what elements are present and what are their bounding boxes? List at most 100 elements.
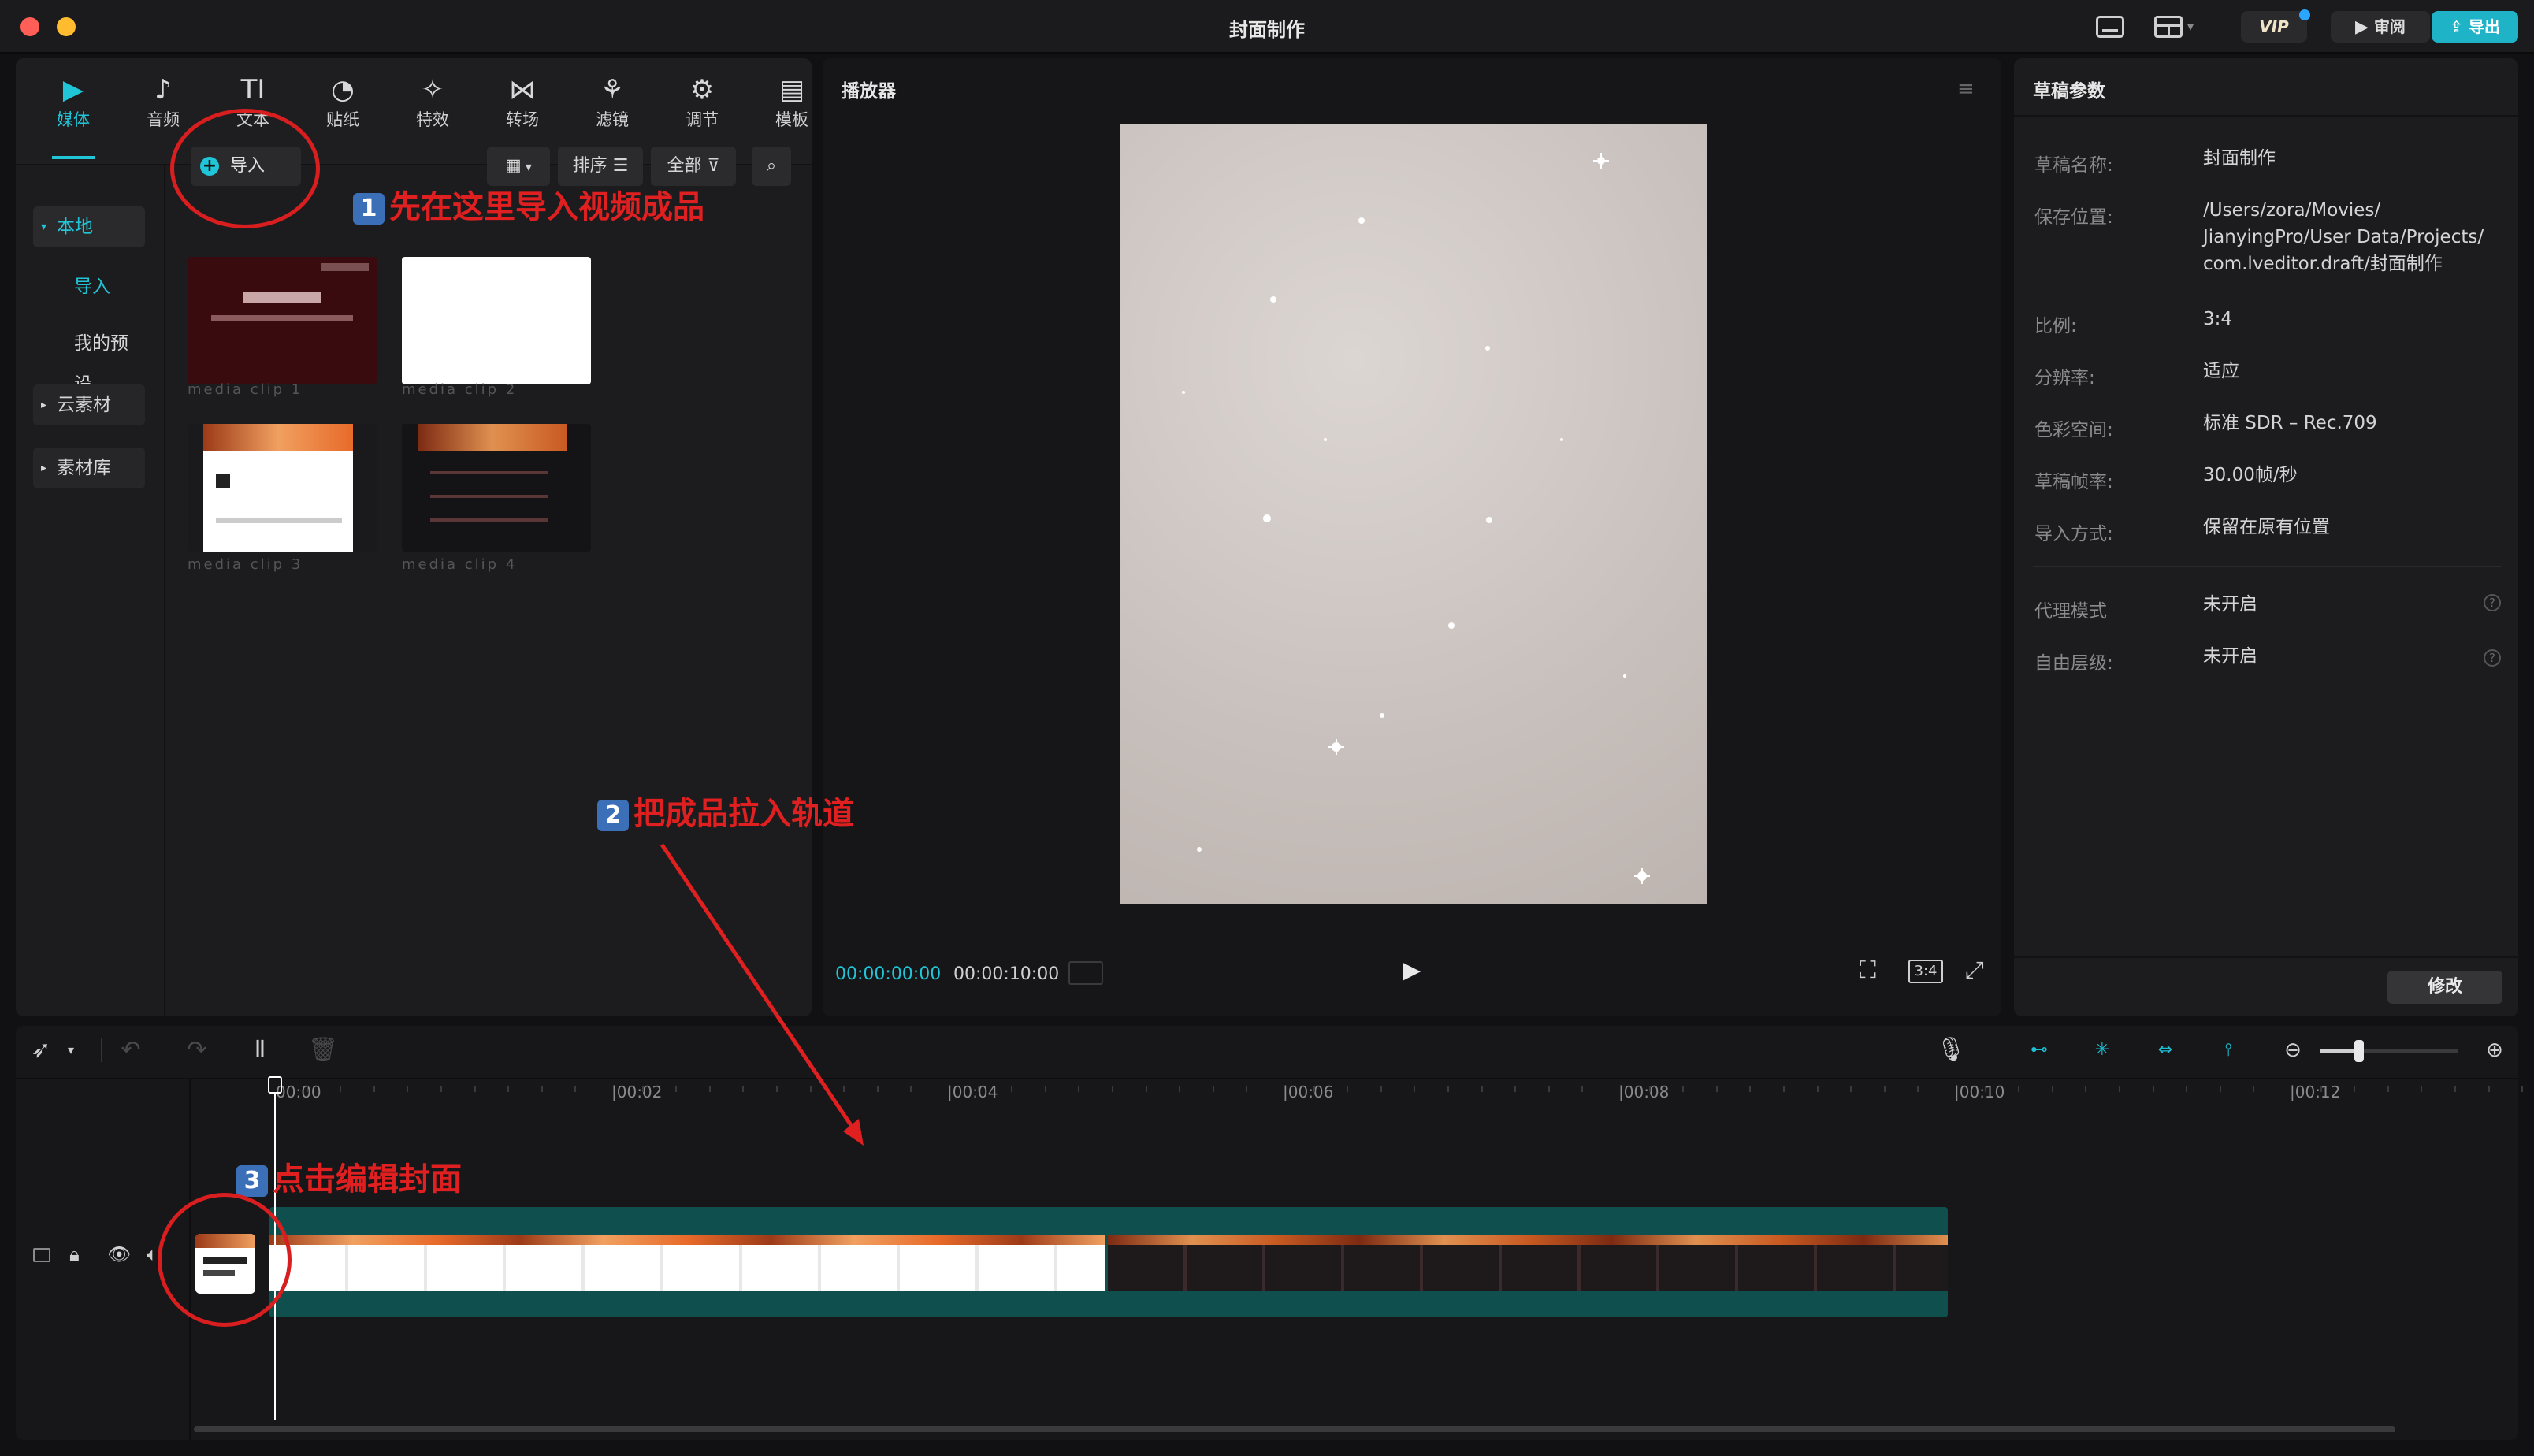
view-mode-button[interactable]: ▦ ▾ [487, 147, 550, 186]
timeline-scrollbar[interactable] [194, 1426, 2395, 1432]
help-icon[interactable]: ? [2484, 649, 2501, 667]
undo-icon[interactable]: ↶ [115, 1037, 147, 1064]
chevron-down-icon: ▾ [521, 159, 532, 174]
waveform-icon[interactable] [1068, 961, 1103, 985]
ruler-minor-tick [2152, 1086, 2154, 1092]
sidebar-item-my-presets[interactable]: 我的预设 [33, 323, 145, 395]
player-panel: 播放器 ≡ 00:00:00:00 00:00:10:00 ▶ ⛶ 3:4 ⤢ [823, 58, 2001, 1016]
ruler-minor-tick [440, 1086, 442, 1092]
prop-value-save-location: /Users/zora/Movies/ JianyingPro/User Dat… [2203, 200, 2484, 274]
filter-icon: ⊽ [707, 156, 720, 176]
aspect-ratio-button[interactable]: 3:4 [1908, 960, 1943, 983]
prop-label: 草稿帧率: [2034, 472, 2113, 492]
chevron-down-icon[interactable]: ▾ [63, 1037, 79, 1064]
prop-label: 保存位置: [2034, 207, 2113, 228]
cover-toggle-icon[interactable] [33, 1248, 50, 1262]
vip-button[interactable]: VIP [2241, 11, 2307, 43]
ruler-minor-tick [1145, 1086, 1147, 1092]
annotation-step-2: 2 把成品拉入轨道 [597, 788, 854, 834]
ruler-minor-tick [306, 1086, 308, 1092]
ruler-minor-tick [1548, 1086, 1550, 1092]
prop-label: 代理模式 [2034, 601, 2107, 622]
playhead-handle[interactable] [268, 1076, 282, 1094]
prop-value-draft-name: 封面制作 [2203, 148, 2276, 169]
ruler-minor-tick [507, 1086, 510, 1092]
ruler-minor-tick [2387, 1086, 2389, 1092]
ruler-minor-tick [1011, 1086, 1013, 1092]
sticker-icon: ◔ [331, 74, 355, 106]
layout-dropdown-icon[interactable]: ▾ [2187, 19, 2194, 34]
microphone-icon[interactable]: 🎙︎ [1935, 1037, 1967, 1064]
split-icon[interactable]: Ⅱ [244, 1037, 276, 1064]
sort-icon: ☰ [612, 156, 629, 176]
audio-mute-icon[interactable]: 🔈︎ [147, 1243, 158, 1265]
ruler-minor-tick [977, 1086, 979, 1092]
filter-icon: ⚘ [600, 74, 625, 106]
preview-axis-icon[interactable]: ⫯ [2211, 1038, 2246, 1062]
layout-icon[interactable] [2154, 16, 2183, 38]
export-button[interactable]: ⇪ 导出 [2432, 11, 2518, 43]
lock-icon[interactable]: 🔒︎ [69, 1243, 80, 1265]
media-sidebar: ▾本地 导入 我的预设 ▸云素材 ▸素材库 [16, 165, 165, 1016]
zoom-slider-handle[interactable] [2354, 1040, 2364, 1062]
ruler-minor-tick [1514, 1086, 1517, 1092]
tab-effects[interactable]: ✧ 特效 [389, 66, 476, 161]
fullscreen-icon[interactable]: ⤢ [1965, 956, 1984, 984]
zoom-slider[interactable] [2320, 1040, 2458, 1062]
shortcut-icon[interactable] [2096, 16, 2124, 38]
linkage-icon[interactable]: ⇔ [2148, 1038, 2183, 1062]
sidebar-item-library[interactable]: ▸ 素材库 [33, 448, 145, 488]
ruler-minor-tick [1414, 1086, 1416, 1092]
ruler-minor-tick [1380, 1086, 1382, 1092]
video-clip-1[interactable] [269, 1209, 1105, 1291]
tab-label: 滤镜 [596, 110, 629, 129]
search-button[interactable]: ⌕ [752, 147, 791, 186]
ruler-minor-tick [1044, 1086, 1046, 1092]
ruler-minor-tick [910, 1086, 912, 1092]
play-button[interactable]: ▶ [1403, 956, 1421, 984]
media-item-1[interactable] [188, 257, 377, 384]
media-item-2[interactable] [402, 257, 591, 384]
fit-zoom-icon[interactable]: ⛶ [1860, 956, 1876, 984]
tab-label: 转场 [506, 110, 539, 129]
sidebar-item-local[interactable]: ▾ 本地 [33, 206, 145, 247]
eye-icon[interactable]: 👁︎ [107, 1243, 131, 1265]
delete-icon[interactable]: 🗑︎ [307, 1037, 339, 1064]
template-icon: ▤ [778, 74, 805, 106]
time-ruler[interactable]: 00:00 |00:02 |00:04 |00:06 |00:08 |00:10 |00:1… [189, 1079, 2524, 1108]
filter-all-button[interactable]: 全部 ⊽ [651, 147, 736, 186]
ruler-minor-tick [373, 1086, 375, 1092]
prop-label: 导入方式: [2034, 524, 2113, 544]
select-tool-icon[interactable]: ➶ [27, 1037, 55, 1064]
zoom-out-icon[interactable]: ⊖ [2279, 1037, 2307, 1064]
zoom-in-icon[interactable]: ⊕ [2480, 1037, 2509, 1064]
divider [101, 1038, 102, 1062]
annotation-arrow [660, 843, 864, 1146]
player-menu-icon[interactable]: ≡ [1957, 77, 1975, 101]
ruler-minor-tick [2421, 1086, 2423, 1092]
modify-button[interactable]: 修改 [2387, 971, 2502, 1004]
sidebar-item-import[interactable]: 导入 [33, 266, 145, 307]
tab-label: 贴纸 [326, 110, 359, 129]
sidebar-item-cloud[interactable]: ▸ 云素材 [33, 384, 145, 425]
ruler-minor-tick [641, 1086, 644, 1092]
tab-media[interactable]: ▶ 媒体 [30, 66, 117, 161]
ruler-tick-label: 00:00 [276, 1083, 321, 1101]
ruler-minor-tick [340, 1086, 342, 1092]
tab-label: 音频 [147, 110, 180, 129]
tab-label: 媒体 [57, 110, 90, 129]
help-icon[interactable]: ? [2484, 594, 2501, 611]
video-clip-2[interactable] [1108, 1209, 1948, 1291]
divider [2033, 566, 2501, 567]
auto-snap-icon[interactable]: ✳ [2085, 1038, 2120, 1062]
ruler-minor-tick [1917, 1086, 1919, 1092]
preview-canvas[interactable] [1120, 124, 1707, 904]
main-track-magnet-icon[interactable]: ⊷ [2022, 1038, 2057, 1062]
media-item-3[interactable] [188, 424, 377, 552]
effects-icon: ✧ [421, 74, 444, 106]
media-item-4[interactable] [402, 424, 591, 552]
redo-icon[interactable]: ↷ [181, 1037, 213, 1064]
media-item-caption: media clip 1 [188, 381, 303, 398]
review-button[interactable]: ▶︎ 审阅 [2331, 11, 2430, 43]
sort-button[interactable]: 排序 ☰ [558, 147, 643, 186]
